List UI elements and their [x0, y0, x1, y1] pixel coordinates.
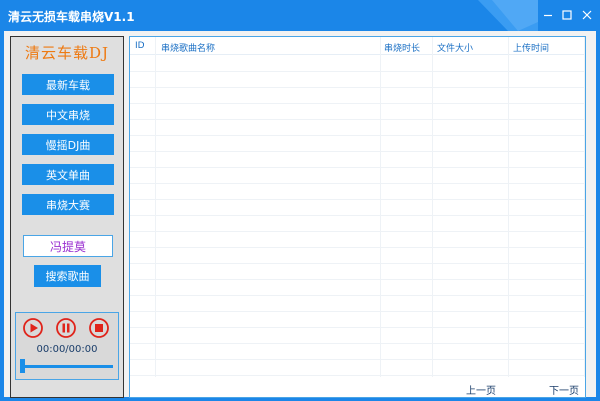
table-row-divider — [130, 263, 585, 264]
table-row-divider — [130, 375, 585, 376]
close-icon — [582, 10, 592, 20]
table-row-divider — [130, 359, 585, 360]
play-button[interactable] — [23, 318, 43, 338]
table-column-divider — [432, 37, 433, 377]
prev-page-link[interactable]: 上一页 — [466, 382, 496, 397]
maximize-button[interactable] — [558, 6, 576, 24]
progress-bar[interactable] — [21, 365, 113, 368]
song-table: ID 串烧歌曲名称 串烧时长 文件大小 上传时间 上一页 下一页 — [129, 36, 586, 398]
nav-chinese-medley-button[interactable]: 中文串烧 — [22, 104, 114, 125]
nav-latest-car-button[interactable]: 最新车载 — [22, 74, 114, 95]
pause-button[interactable] — [56, 318, 76, 338]
table-row-divider — [130, 87, 585, 88]
table-row-divider — [130, 167, 585, 168]
search-song-button[interactable]: 搜索歌曲 — [34, 265, 101, 287]
table-column-divider — [155, 37, 156, 377]
table-row-divider — [130, 151, 585, 152]
table-column-divider — [508, 37, 509, 377]
table-row-divider — [130, 215, 585, 216]
client-area: 清云车载DJ 最新车载 中文串烧 慢摇DJ曲 英文单曲 串烧大赛 搜索歌曲 — [4, 31, 596, 398]
search-input[interactable] — [23, 235, 113, 257]
table-row-divider — [130, 295, 585, 296]
table-row-divider — [130, 327, 585, 328]
left-panel: 清云车载DJ 最新车载 中文串烧 慢摇DJ曲 英文单曲 串烧大赛 搜索歌曲 — [10, 36, 124, 398]
stop-button[interactable] — [89, 318, 109, 338]
next-page-link[interactable]: 下一页 — [549, 382, 579, 397]
table-column-divider — [584, 37, 585, 377]
table-row-divider — [130, 183, 585, 184]
maximize-icon — [562, 10, 572, 20]
music-player: 00:00/00:00 — [15, 312, 119, 380]
table-row-divider — [130, 247, 585, 248]
title-decoration — [478, 0, 538, 31]
minimize-icon — [544, 14, 552, 17]
table-row-divider — [130, 343, 585, 344]
table-column-divider — [380, 37, 381, 377]
minimize-button[interactable] — [539, 6, 557, 24]
title-bar[interactable]: 清云无损车载串烧V1.1 — [0, 0, 600, 31]
close-button[interactable] — [578, 6, 596, 24]
nav-english-single-button[interactable]: 英文单曲 — [22, 164, 114, 185]
nav-slow-dj-button[interactable]: 慢摇DJ曲 — [22, 134, 114, 155]
play-icon — [23, 318, 43, 338]
table-row-divider — [130, 103, 585, 104]
nav-medley-contest-button[interactable]: 串烧大赛 — [22, 194, 114, 215]
column-header-upload-time[interactable]: 上传时间 — [513, 41, 549, 54]
progress-slider-handle[interactable] — [20, 359, 25, 373]
column-header-name[interactable]: 串烧歌曲名称 — [161, 41, 215, 54]
table-row-divider — [130, 311, 585, 312]
column-header-duration[interactable]: 串烧时长 — [384, 41, 420, 54]
table-row-divider — [130, 119, 585, 120]
table-row-divider — [130, 279, 585, 280]
stop-icon — [89, 318, 109, 338]
playback-time: 00:00/00:00 — [36, 344, 98, 355]
table-header: ID 串烧歌曲名称 串烧时长 文件大小 上传时间 — [130, 37, 585, 55]
column-header-size[interactable]: 文件大小 — [437, 41, 473, 54]
app-window: 清云无损车载串烧V1.1 清云车载DJ 最新车载 中文串烧 慢摇DJ曲 英文单曲… — [0, 0, 600, 401]
brand-logo-text: 清云车载DJ — [24, 44, 110, 62]
table-row-divider — [130, 231, 585, 232]
column-header-id[interactable]: ID — [135, 41, 145, 51]
pause-icon — [56, 318, 76, 338]
table-row-divider — [130, 71, 585, 72]
window-title: 清云无损车载串烧V1.1 — [8, 10, 135, 24]
table-row-divider — [130, 199, 585, 200]
table-row-divider — [130, 135, 585, 136]
